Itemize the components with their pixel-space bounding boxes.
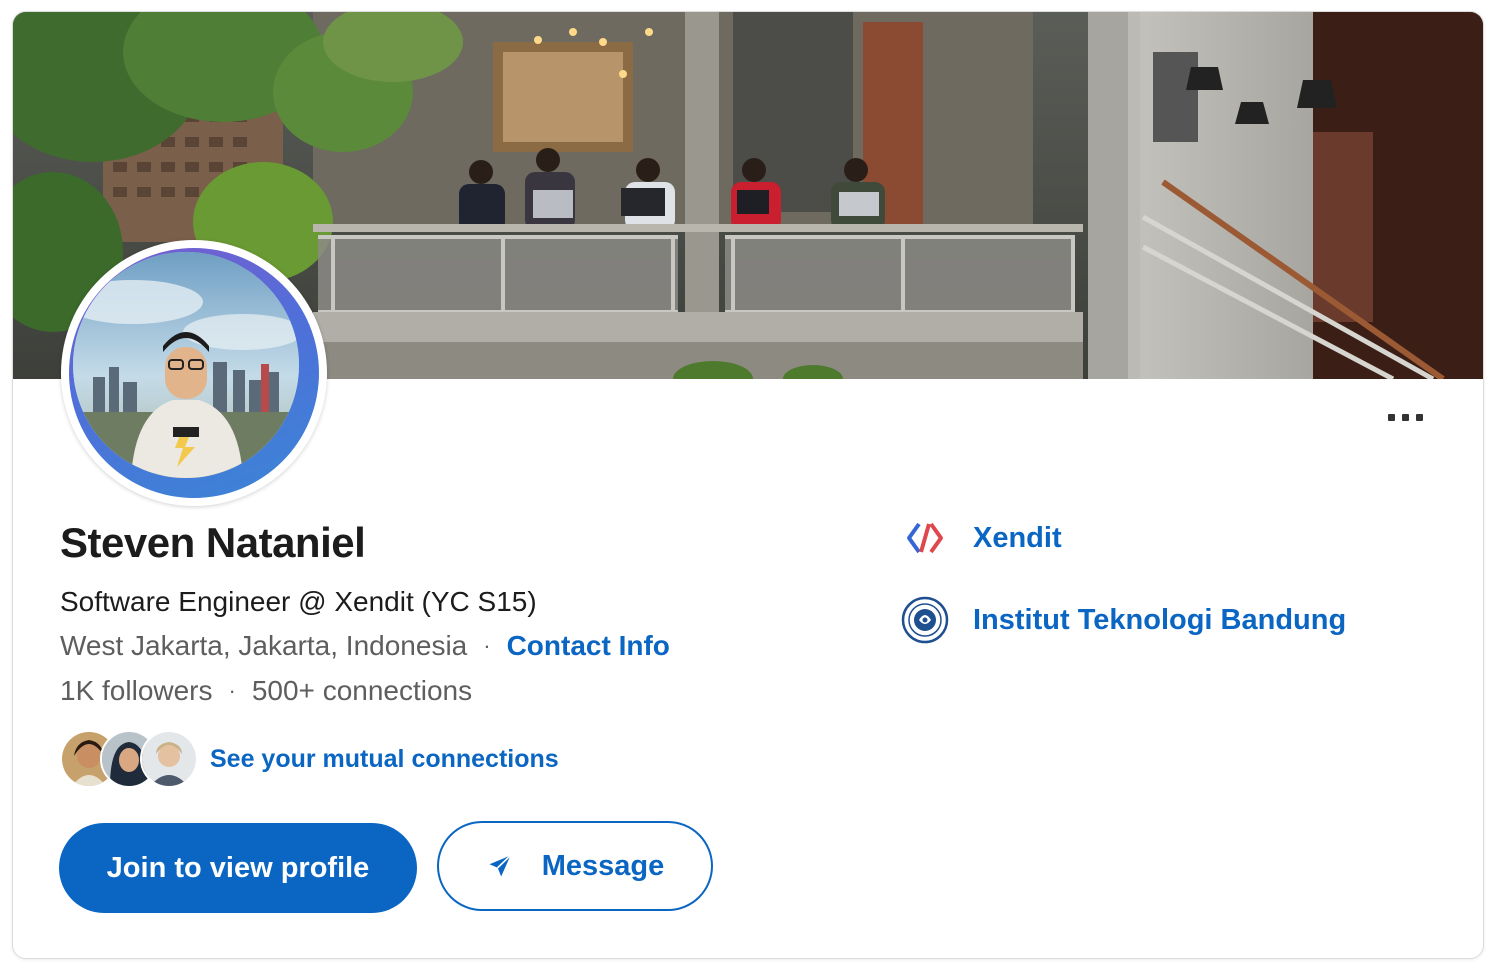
contact-info-link[interactable]: Contact Info (507, 630, 670, 662)
profile-avatar (61, 240, 327, 506)
mutual-avatars (60, 730, 198, 788)
message-button[interactable]: Message (437, 821, 713, 911)
profile-location: West Jakarta, Jakarta, Indonesia (60, 630, 468, 661)
org-xendit-label: Xendit (973, 521, 1062, 554)
join-to-view-profile-button[interactable]: Join to view profile (59, 823, 417, 913)
separator-dot: · (228, 678, 236, 703)
org-itb[interactable]: Institut Teknologi Bandung (901, 596, 1346, 644)
more-dot (1402, 414, 1409, 421)
itb-seal-icon (901, 596, 949, 644)
more-dot (1416, 414, 1423, 421)
mutual-avatar (140, 730, 198, 788)
profile-headline: Software Engineer @ Xendit (YC S15) (60, 586, 537, 617)
avatar-photo (73, 252, 299, 478)
message-button-label: Message (541, 849, 665, 882)
connections-count: 500+ connections (251, 675, 473, 706)
stats-row: 1K followers · 500+ connections (60, 675, 472, 707)
profile-card: Steven Nataniel Software Engineer @ Xend… (12, 11, 1484, 959)
more-options-icon[interactable] (1388, 414, 1423, 421)
see-mutual-connections-link[interactable]: See your mutual connections (210, 745, 559, 774)
profile-name: Steven Nataniel (60, 519, 366, 566)
location-row: West Jakarta, Jakarta, Indonesia · Conta… (60, 630, 670, 662)
org-itb-label: Institut Teknologi Bandung (973, 603, 1347, 636)
more-dot (1388, 414, 1395, 421)
followers-count: 1K followers (60, 675, 213, 706)
mutual-connections[interactable]: See your mutual connections (60, 730, 559, 788)
send-icon (486, 852, 514, 880)
org-xendit[interactable]: Xendit (901, 514, 1062, 562)
xendit-logo-icon (901, 514, 949, 562)
separator-dot: · (483, 633, 491, 658)
